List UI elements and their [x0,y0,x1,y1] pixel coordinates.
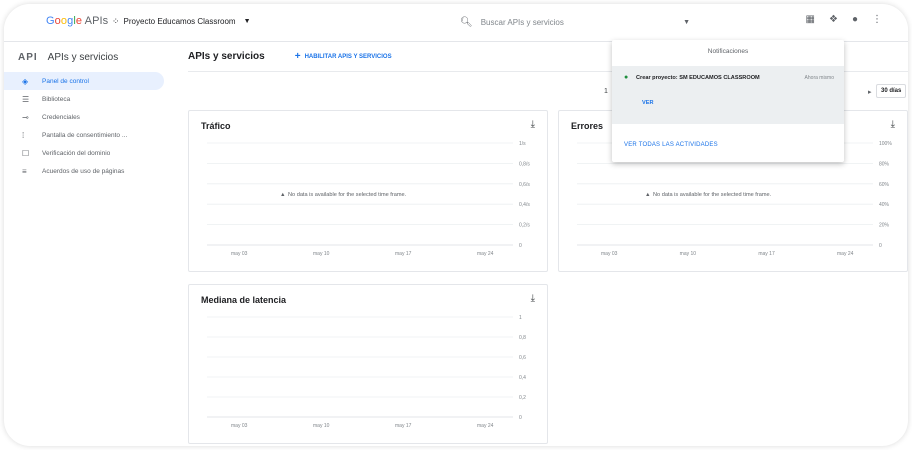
plus-icon: + [294,51,301,62]
google-apis-logo[interactable]: Google APIs [46,15,108,27]
key-icon: ⊸ [22,112,29,122]
no-data-message: No data is available for the selected ti… [653,192,772,198]
latency-chart: 1 0,8 0,6 0,4 0,2 0 may 03 may 10 may 17 may 24 [207,315,526,429]
sidebar-item-domain-verification[interactable]: ☐ Verificación del dominio [4,144,176,162]
project-name: Proyecto Educamos Classroom [123,17,236,26]
y-tick-label: 1/s [519,141,526,147]
checkbox-icon: ☐ [22,148,30,158]
traffic-chart: 1/s 0,8/s 0,6/s 0,4/s 0,2/s 0 may 03 may 10 may … [207,141,530,257]
library-icon: ☰ [22,94,30,104]
topbar-icons: ▦ ❖ ● ⋮ [806,14,882,25]
y-tick-label: 0,4/s [519,202,530,208]
project-dots-icon: ⁘ [112,16,120,26]
page-title: APIs y servicios [188,51,265,62]
notification-view-link[interactable]: VER [642,100,654,106]
x-tick-label: may 24 [837,251,854,257]
traffic-card: Tráfico ⤓ 1/s 0,8/s 0,6/s 0,4/s 0,2/s 0 may 03… [188,110,548,272]
sidebar-item-label: Biblioteca [42,95,71,103]
notifications-icon[interactable]: ● [852,14,858,25]
y-tick-label: 1 [519,315,522,321]
y-tick-label: 100% [879,141,892,147]
consent-icon: ⁞ [22,130,25,140]
search-icon: 🔍︎ [460,16,473,28]
search-input[interactable]: 🔍︎ Buscar APIs y servicios ▼ [460,12,710,32]
nav-header: API APIs y servicios [4,42,176,72]
sidebar-item-usage-agreements[interactable]: ≡ Acuerdos de uso de páginas [4,162,176,180]
search-dropdown-icon[interactable]: ▼ [683,19,690,26]
nav-title: APIs y servicios [47,51,119,63]
more-vert-icon[interactable]: ⋮ [872,14,882,25]
sidebar: ◈ Panel de control ☰ Biblioteca ⊸ Creden… [4,72,176,180]
notification-item[interactable]: ● Crear proyecto: SM EDUCAMOS CLASSROOM … [612,66,844,124]
x-tick-label: may 03 [601,251,618,257]
chevron-down-icon: ▼ [243,18,251,25]
sidebar-item-consent[interactable]: ⁞ Pantalla de consentimiento ... [4,126,176,144]
y-tick-label: 60% [879,182,890,188]
y-tick-label: 0 [519,415,522,421]
warning-icon: ▲ [280,192,286,198]
y-tick-label: 40% [879,202,890,208]
sidebar-item-label: Verificación del dominio [42,149,111,157]
x-tick-label: may 10 [313,423,330,429]
y-tick-label: 0,6/s [519,182,530,188]
project-selector[interactable]: ⁘ Proyecto Educamos Classroom ▼ [112,16,251,27]
sidebar-item-library[interactable]: ☰ Biblioteca [4,90,176,108]
range-separator-icon: ▸ [868,89,872,96]
search-placeholder: Buscar APIs y servicios [480,17,564,27]
sidebar-item-credentials[interactable]: ⊸ Credenciales [4,108,176,126]
x-tick-label: may 10 [680,251,697,257]
dashboard-icon: ◈ [22,76,29,86]
range-30-days-button[interactable]: 30 días [876,84,907,98]
x-tick-label: may 10 [313,251,330,257]
y-tick-label: 0 [519,243,522,249]
y-tick-label: 0,8 [519,335,526,341]
app-window: Google APIs ⁘ Proyecto Educamos Classroo… [4,4,908,446]
api-icon: API [18,51,38,63]
y-tick-label: 0,8/s [519,161,530,167]
y-tick-label: 0,2/s [519,223,530,229]
help-icon[interactable]: ❖ [829,14,838,25]
notifications-title: Notificaciones [707,48,749,55]
enable-apis-label: HABILITAR APIS Y SERVICIOS [304,53,392,60]
sidebar-item-label: Acuerdos de uso de páginas [42,167,125,175]
y-tick-label: 20% [879,223,890,229]
warning-icon: ▲ [645,192,651,198]
notification-text: Crear proyecto: SM EDUCAMOS CLASSROOM [636,75,760,81]
enable-apis-button[interactable]: + HABILITAR APIS Y SERVICIOS [295,51,392,62]
notification-time: Ahora mismo [804,75,834,81]
settings-list-icon: ≡ [22,166,27,176]
range-option[interactable]: 1 [604,88,608,95]
view-all-activities-link[interactable]: VER TODAS LAS ACTIVIDADES [624,142,718,148]
top-bar: Google APIs ⁘ Proyecto Educamos Classroo… [4,4,908,42]
check-circle-icon: ● [624,74,629,81]
sidebar-item-label: Pantalla de consentimiento ... [42,131,128,139]
x-tick-label: may 03 [231,423,248,429]
x-tick-label: may 24 [477,423,494,429]
sidebar-item-label: Credenciales [42,113,80,121]
y-tick-label: 0,2 [519,395,526,401]
y-tick-label: 0 [879,243,882,249]
x-tick-label: may 03 [231,251,248,257]
no-data-message: No data is available for the selected ti… [288,192,407,198]
y-tick-label: 0,6 [519,355,526,361]
notifications-panel: Notificaciones ● Crear proyecto: SM EDUC… [612,40,844,162]
x-tick-label: may 17 [395,423,412,429]
latency-card: Mediana de latencia ⤓ 1 0,8 0,6 0,4 0,2 0 may … [188,284,548,444]
x-tick-label: may 17 [758,251,775,257]
y-tick-label: 0,4 [519,375,526,381]
x-tick-label: may 17 [395,251,412,257]
x-tick-label: may 24 [477,251,494,257]
y-tick-label: 80% [879,161,890,167]
sidebar-item-dashboard[interactable]: ◈ Panel de control [4,72,164,90]
gift-icon[interactable]: ▦ [806,14,815,25]
sidebar-item-label: Panel de control [42,77,89,85]
